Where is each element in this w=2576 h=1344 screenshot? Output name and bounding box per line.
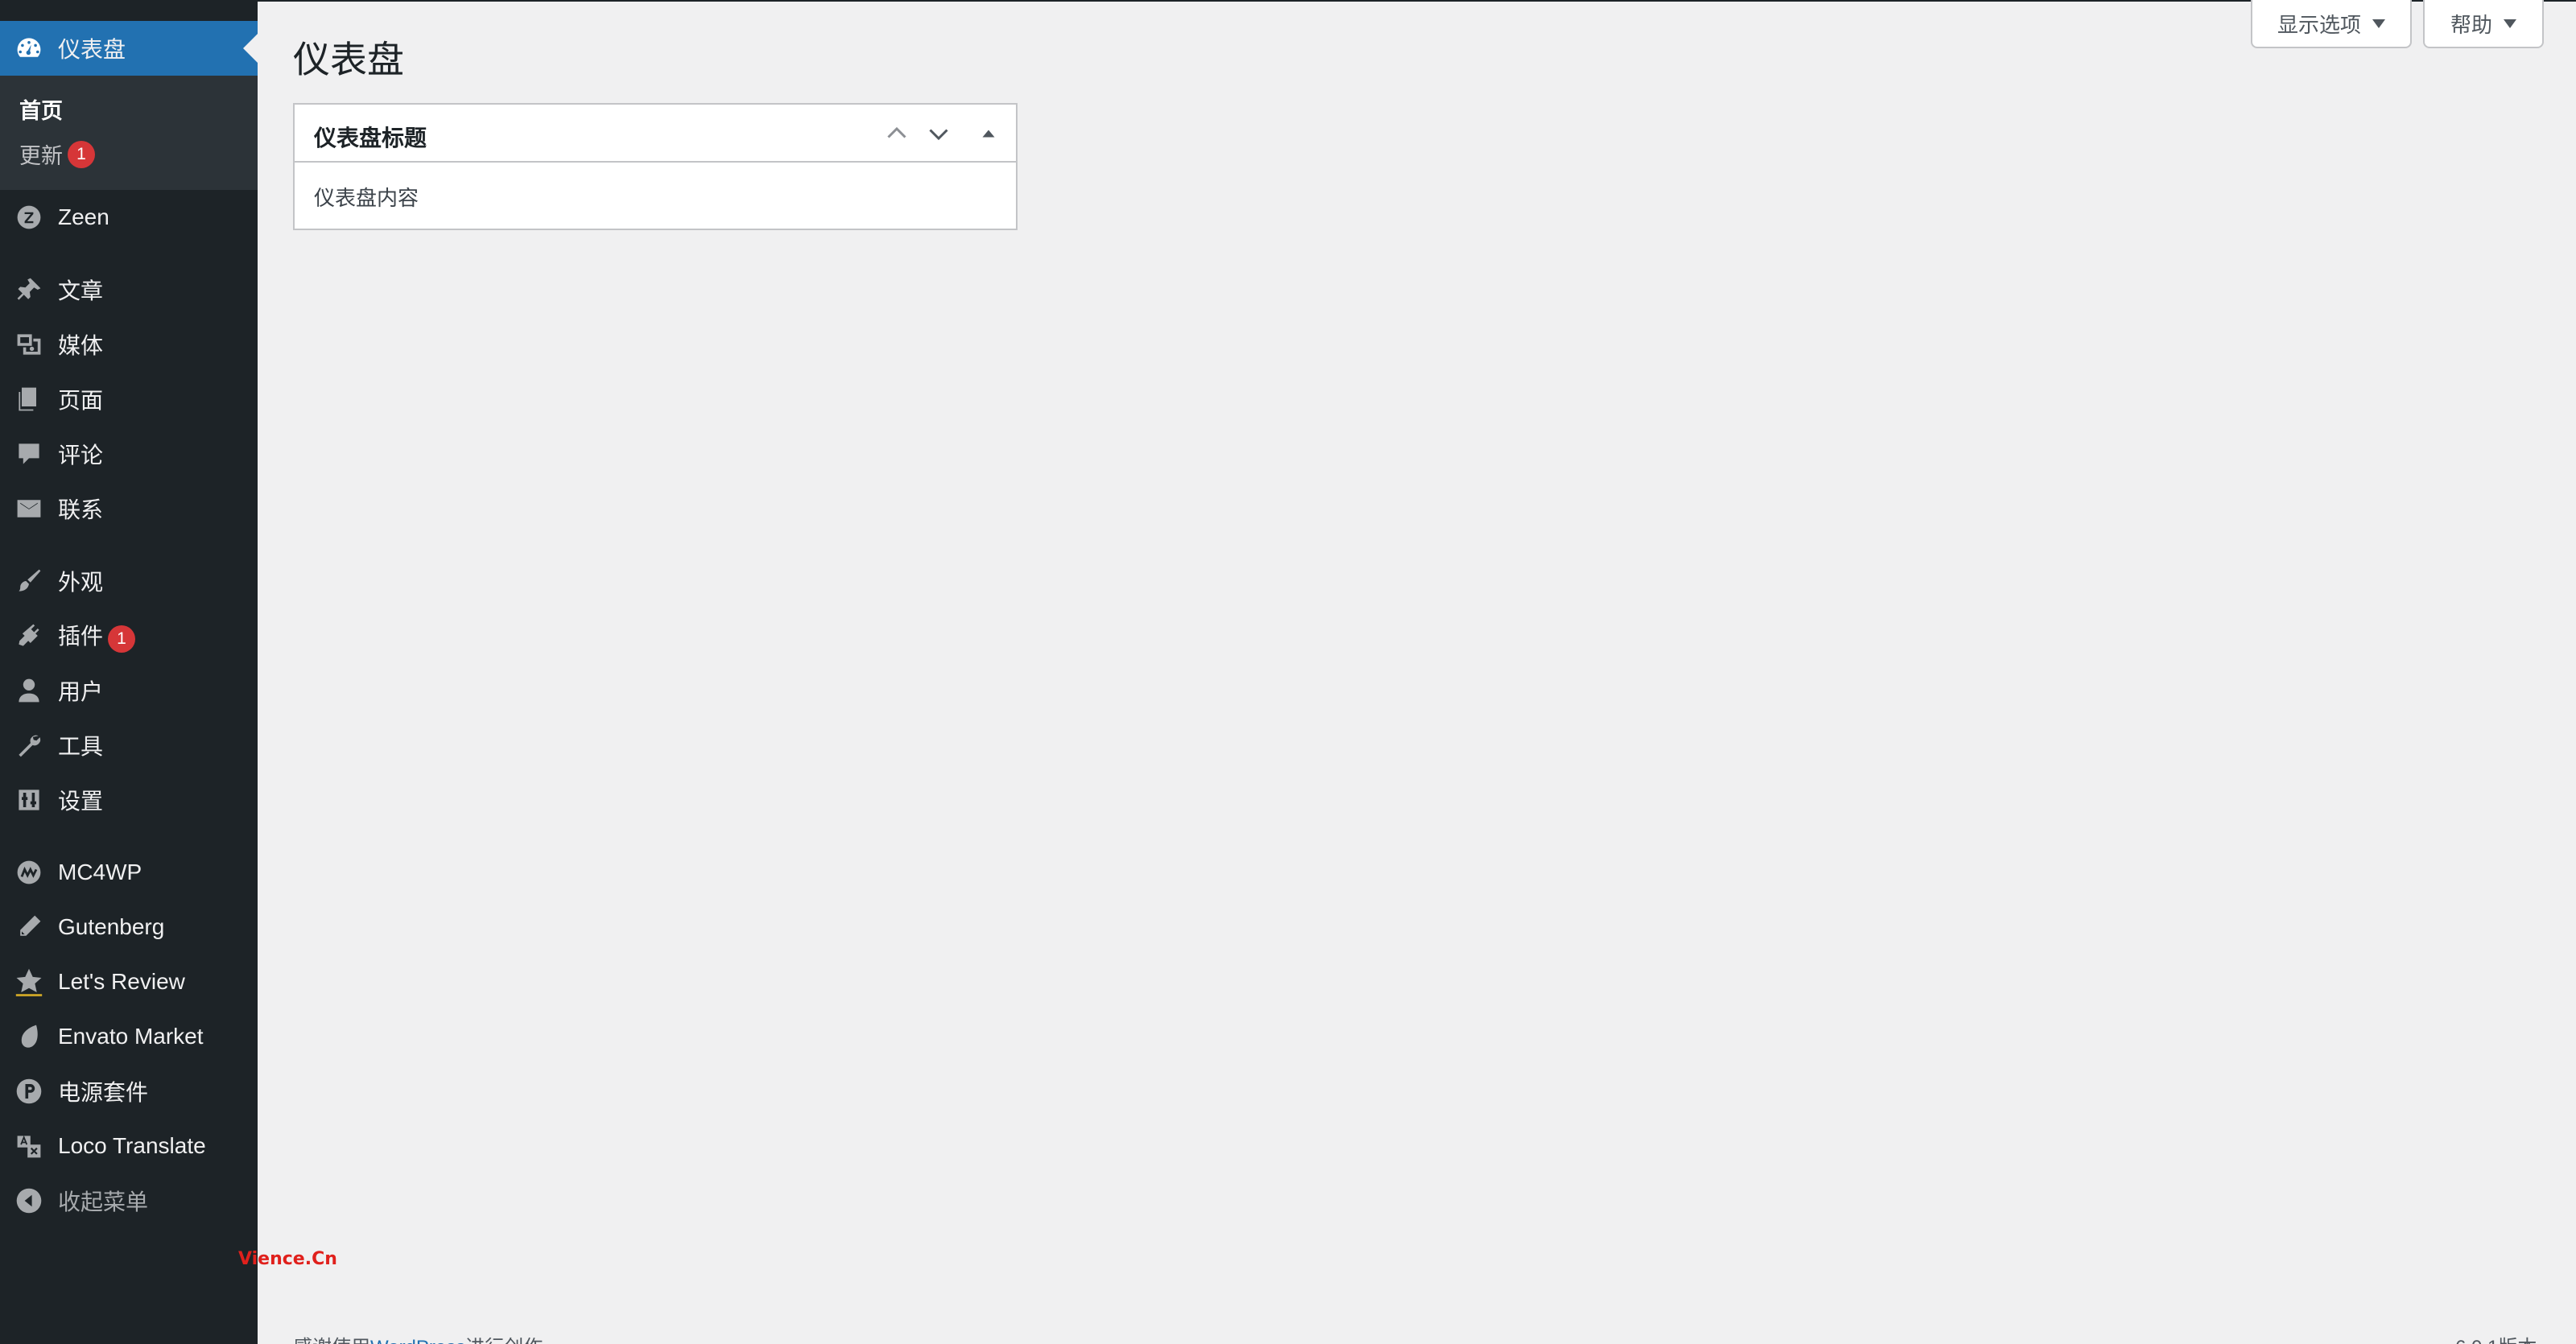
dashboard-submenu: 首页 更新 1: [0, 76, 258, 190]
help-button[interactable]: 帮助: [2423, 0, 2544, 48]
menu-label-dashboard: 仪表盘: [58, 37, 126, 62]
submenu-label-home: 首页: [19, 99, 63, 123]
mc4wp-icon: [13, 856, 45, 888]
move-up-button[interactable]: [879, 116, 914, 151]
menu-item-appearance[interactable]: 外观: [0, 554, 258, 608]
menu-label-tools: 工具: [58, 734, 104, 759]
submenu-item-updates[interactable]: 更新 1: [19, 138, 95, 170]
current-menu-arrow: [243, 34, 258, 63]
plugin-icon: [13, 620, 45, 652]
menu-item-plugins[interactable]: 插件 1: [0, 608, 258, 663]
collapse-arrow-icon: [13, 1185, 45, 1217]
dashboard-icon: [13, 32, 45, 64]
widget-title: 仪表盘标题: [314, 126, 427, 150]
menu-label-appearance: 外观: [58, 570, 104, 595]
footer-thanks-suffix: 进行创作。: [465, 1337, 562, 1344]
menu-label-users: 用户: [58, 679, 104, 704]
footer-thanks-prefix: 感谢使用: [293, 1337, 370, 1344]
submenu-label-updates: 更新: [19, 144, 63, 168]
collapse-menu-label: 收起菜单: [58, 1189, 149, 1214]
chevron-down-icon: [929, 129, 948, 141]
menu-item-dashboard[interactable]: 仪表盘: [0, 21, 258, 76]
top-border: [258, 0, 2576, 2]
menu-item-mc4wp[interactable]: MC4WP: [0, 845, 258, 900]
menu-label-gutenberg: Gutenberg: [58, 914, 165, 939]
star-icon: [13, 966, 45, 998]
menu-label-posts: 文章: [58, 278, 104, 303]
updates-count-badge: 1: [68, 140, 95, 168]
menu-label-envato-market: Envato Market: [58, 1024, 204, 1049]
help-label: 帮助: [2450, 12, 2492, 37]
media-icon: [13, 328, 45, 361]
powerkit-p-icon: [13, 1075, 45, 1107]
menu-item-envato-market[interactable]: Envato Market: [0, 1009, 258, 1064]
menu-item-tools[interactable]: 工具: [0, 718, 258, 773]
dashboard-widget: 仪表盘标题 仪表盘内容: [293, 103, 1018, 230]
collapse-menu-button[interactable]: 收起菜单: [0, 1173, 258, 1228]
menu-item-users[interactable]: 用户: [0, 663, 258, 718]
menu-item-comments[interactable]: 评论: [0, 427, 258, 481]
screen-options-label: 显示选项: [2277, 12, 2361, 37]
footer-wordpress-link[interactable]: WordPress: [370, 1337, 465, 1344]
menu-label-media: 媒体: [58, 333, 104, 358]
menu-item-zeen[interactable]: Zeen: [0, 190, 258, 245]
envato-leaf-icon: [13, 1020, 45, 1053]
footer-thanks: 感谢使用WordPress进行创作。: [293, 1331, 562, 1344]
menu-label-loco-translate: Loco Translate: [58, 1133, 206, 1158]
menu-item-contact[interactable]: 联系: [0, 481, 258, 536]
menu-label-zeen: Zeen: [58, 204, 109, 229]
caret-down-icon: [2372, 19, 2385, 28]
menu-label-pages: 页面: [58, 388, 104, 413]
menu-label-mc4wp: MC4WP: [58, 860, 142, 884]
admin-sidebar: 仪表盘 首页 更新 1 Zeen 文章 媒体 页面 评论 联系 外观 插件 1 …: [0, 0, 337, 1344]
triangle-up-icon: [982, 130, 995, 138]
plugins-label-text: 插件: [58, 624, 104, 649]
menu-label-lets-review: Let's Review: [58, 969, 185, 994]
translate-icon: [13, 1130, 45, 1162]
envelope-icon: [13, 493, 45, 525]
menu-item-settings[interactable]: 设置: [0, 773, 258, 827]
chevron-up-icon: [887, 126, 906, 138]
footer-version: 6.0.1版本: [2455, 1331, 2537, 1344]
menu-label-contact: 联系: [58, 497, 104, 522]
menu-item-power-kit[interactable]: 电源套件: [0, 1064, 258, 1119]
wrench-icon: [13, 729, 45, 761]
menu-item-lets-review[interactable]: Let's Review: [0, 954, 258, 1009]
menu-label-settings: 设置: [58, 789, 104, 814]
menu-label-comments: 评论: [58, 443, 104, 468]
menu-label-power-kit: 电源套件: [58, 1080, 149, 1105]
menu-item-pages[interactable]: 页面: [0, 372, 258, 427]
pencil-icon: [13, 911, 45, 943]
zeen-icon: [13, 201, 45, 233]
pages-icon: [13, 383, 45, 415]
caret-down-icon: [2504, 19, 2516, 28]
menu-item-loco-translate[interactable]: Loco Translate: [0, 1119, 258, 1173]
menu-item-posts[interactable]: 文章: [0, 262, 258, 317]
menu-item-gutenberg[interactable]: Gutenberg: [0, 900, 258, 954]
user-icon: [13, 674, 45, 707]
comment-icon: [13, 438, 45, 470]
screen-options-button[interactable]: 显示选项: [2251, 0, 2412, 48]
widget-content: 仪表盘内容: [314, 186, 419, 210]
watermark-text: Vience.Cn: [238, 1249, 337, 1269]
pushpin-icon: [13, 274, 45, 306]
widget-header[interactable]: 仪表盘标题: [295, 105, 1016, 163]
paintbrush-icon: [13, 565, 45, 597]
submenu-item-home[interactable]: 首页: [19, 93, 63, 125]
toggle-panel-button[interactable]: [971, 116, 1006, 151]
admin-screen: 仪表盘 首页 更新 1 Zeen 文章 媒体 页面 评论 联系 外观 插件 1 …: [0, 0, 2576, 1344]
plugins-count-badge: 1: [108, 625, 136, 653]
menu-label-plugins: 插件 1: [58, 619, 136, 653]
menu-item-media[interactable]: 媒体: [0, 317, 258, 372]
move-down-button[interactable]: [921, 116, 956, 151]
settings-icon: [13, 784, 45, 816]
page-title: 仪表盘: [293, 39, 404, 80]
